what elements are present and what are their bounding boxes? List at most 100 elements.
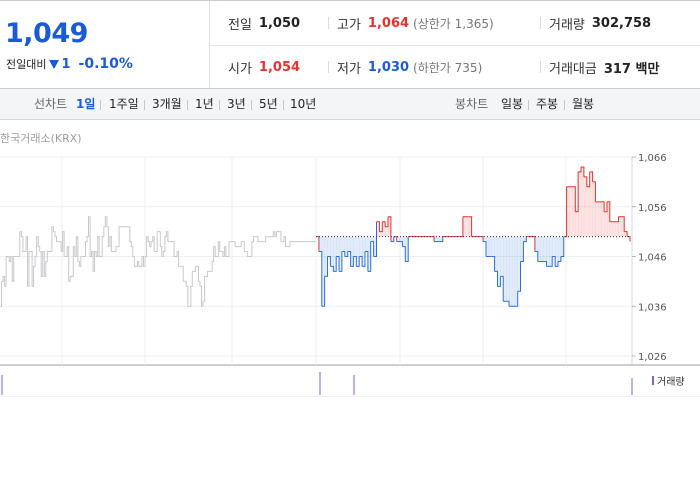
change-percent: -0.10% xyxy=(78,56,133,72)
area-fill-up xyxy=(575,211,579,237)
y-tick-label: 1,056 xyxy=(638,203,667,214)
area-fill-down xyxy=(373,236,377,257)
area-fill-up xyxy=(376,221,380,237)
area-fill-down xyxy=(367,236,372,272)
area-fill-up xyxy=(612,221,616,237)
series-line-segment xyxy=(563,186,568,238)
area-fill-down xyxy=(333,236,337,272)
area-fill-up xyxy=(566,186,570,237)
area-fill-down xyxy=(511,236,516,307)
area-fill-down xyxy=(405,236,409,262)
stock-widget: { "summary": { "current_price": "1,049",… xyxy=(0,0,700,490)
area-fill-down xyxy=(356,236,360,267)
period-1w-tab[interactable]: 1주일 xyxy=(109,89,139,119)
period-1d-tab[interactable]: 1일 xyxy=(76,89,95,119)
upper-limit-note: (상한가 1,365) xyxy=(413,16,494,31)
area-fill-down xyxy=(318,236,323,252)
area-fill-up xyxy=(583,176,588,237)
area-fill-down xyxy=(390,236,395,242)
change-label: 전일대비 xyxy=(6,58,47,71)
area-fill-up xyxy=(618,216,622,237)
high-label: 고가 xyxy=(337,17,361,33)
area-fill-up xyxy=(598,201,602,237)
area-fill-down xyxy=(399,236,403,242)
area-fill-down xyxy=(494,236,498,272)
area-fill-down xyxy=(514,236,518,307)
turnover-cell: 거래대금 317 백만 xyxy=(549,45,659,89)
divider xyxy=(328,61,329,73)
area-fill-up xyxy=(379,231,383,237)
area-fill-up xyxy=(462,216,467,237)
area-fill-up xyxy=(592,181,596,237)
area-fill-up xyxy=(604,211,608,237)
area-fill-down xyxy=(336,236,340,257)
area-fill-down xyxy=(546,236,550,267)
area-fill-down xyxy=(497,236,501,287)
series-line-segment xyxy=(480,236,484,242)
candle-monthly-tab[interactable]: 월봉 xyxy=(572,89,594,119)
price-summary: 1,049 전일대비 1 -0.10% 전일 1,050 고가 1,064 (상… xyxy=(0,0,700,89)
area-fill-down xyxy=(396,236,400,242)
area-fill-down xyxy=(370,236,374,242)
area-fill-down xyxy=(359,236,363,257)
area-fill-down xyxy=(560,236,565,257)
area-fill-down xyxy=(341,236,346,252)
area-fill-up xyxy=(572,186,576,237)
period-3y-tab[interactable]: 3년 xyxy=(227,89,246,119)
series-line-segment xyxy=(318,251,323,307)
area-fill-down xyxy=(321,236,325,307)
area-fill-down xyxy=(347,236,351,252)
series-line-segment xyxy=(431,236,435,242)
area-fill-down xyxy=(339,236,343,272)
candle-weekly-tab[interactable]: 주봉 xyxy=(536,89,558,119)
period-10y-tab[interactable]: 10년 xyxy=(290,89,316,119)
area-fill-up xyxy=(581,167,585,237)
open-label: 시가 xyxy=(228,61,252,77)
area-fill-up xyxy=(569,186,573,237)
area-fill-down xyxy=(517,236,521,292)
area-fill-down xyxy=(506,236,510,302)
high-value: 1,064 xyxy=(367,15,410,31)
area-fill-down xyxy=(344,236,348,257)
area-fill-down xyxy=(437,236,441,242)
area-fill-up xyxy=(609,221,613,237)
period-3m-tab[interactable]: 3개월 xyxy=(152,89,182,119)
line-chart-label: 선차트 xyxy=(34,97,68,111)
area-fill-up xyxy=(607,201,611,237)
area-fill-up xyxy=(382,221,386,237)
volume-legend: 거래량 xyxy=(652,373,685,388)
divider xyxy=(328,17,329,29)
area-fill-down xyxy=(434,236,438,242)
volume-legend-swatch xyxy=(652,376,654,385)
area-fill-down xyxy=(500,236,504,277)
area-fill-down xyxy=(534,236,539,252)
candle-daily-tab[interactable]: 일봉 xyxy=(501,89,523,119)
series-line-segment xyxy=(615,216,619,223)
area-fill-up xyxy=(465,216,469,237)
y-tick-label: 1,036 xyxy=(638,302,667,313)
current-price-box: 1,049 전일대비 1 -0.10% xyxy=(0,1,210,89)
lower-limit-note: (하한가 735) xyxy=(413,60,483,75)
area-fill-down xyxy=(488,236,492,257)
area-fill-down xyxy=(350,236,354,267)
area-fill-down xyxy=(439,236,444,242)
area-fill-up xyxy=(385,226,389,237)
area-fill-down xyxy=(324,236,328,277)
area-fill-down xyxy=(549,236,553,267)
divider xyxy=(528,100,529,110)
change-row: 전일대비 1 -0.10% xyxy=(6,56,133,72)
volume-cell: 거래량 302,758 xyxy=(549,1,651,45)
series-line-segment xyxy=(532,236,536,252)
series-line-segment xyxy=(578,167,582,173)
area-fill-up xyxy=(595,201,599,237)
period-5y-tab[interactable]: 5년 xyxy=(259,89,278,119)
volume-legend-label: 거래량 xyxy=(657,377,685,388)
price-chart: 1,066 1,056 1,046 1,036 1,026 xyxy=(0,153,700,397)
turnover-value: 317 백만 xyxy=(603,61,660,77)
volume-value: 302,758 xyxy=(591,15,652,31)
down-triangle-icon xyxy=(49,60,60,69)
period-1y-tab[interactable]: 1년 xyxy=(195,89,214,119)
current-price: 1,049 xyxy=(5,18,88,49)
divider xyxy=(100,100,101,110)
divider xyxy=(144,100,145,110)
